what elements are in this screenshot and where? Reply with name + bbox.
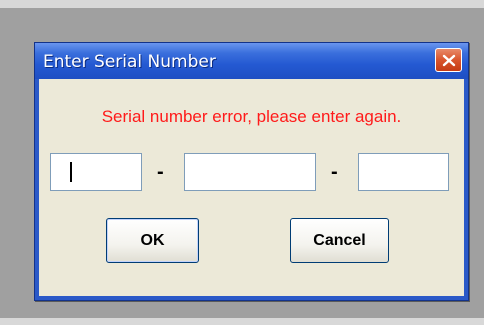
ok-button[interactable]: OK <box>106 218 199 263</box>
serial-input-3[interactable] <box>359 154 448 190</box>
title-bar[interactable]: Enter Serial Number <box>35 43 468 79</box>
serial-number-dialog: Enter Serial Number Serial number error,… <box>34 42 469 301</box>
dialog-client-area: Serial number error, please enter again.… <box>39 79 464 296</box>
separator-2: - <box>331 161 338 183</box>
serial-input-1[interactable] <box>51 154 141 190</box>
serial-input-2[interactable] <box>185 154 315 190</box>
cancel-button[interactable]: Cancel <box>290 218 389 263</box>
serial-field-1[interactable] <box>50 153 142 191</box>
error-message: Serial number error, please enter again. <box>101 107 402 126</box>
text-caret <box>70 162 72 182</box>
background-strip-top <box>0 0 484 8</box>
serial-field-3[interactable] <box>358 153 449 191</box>
dialog-title: Enter Serial Number <box>43 52 216 72</box>
close-icon <box>442 54 456 67</box>
separator-1: - <box>157 161 164 183</box>
background-strip-bottom <box>0 318 484 325</box>
close-button[interactable] <box>435 48 462 72</box>
serial-field-2[interactable] <box>184 153 316 191</box>
